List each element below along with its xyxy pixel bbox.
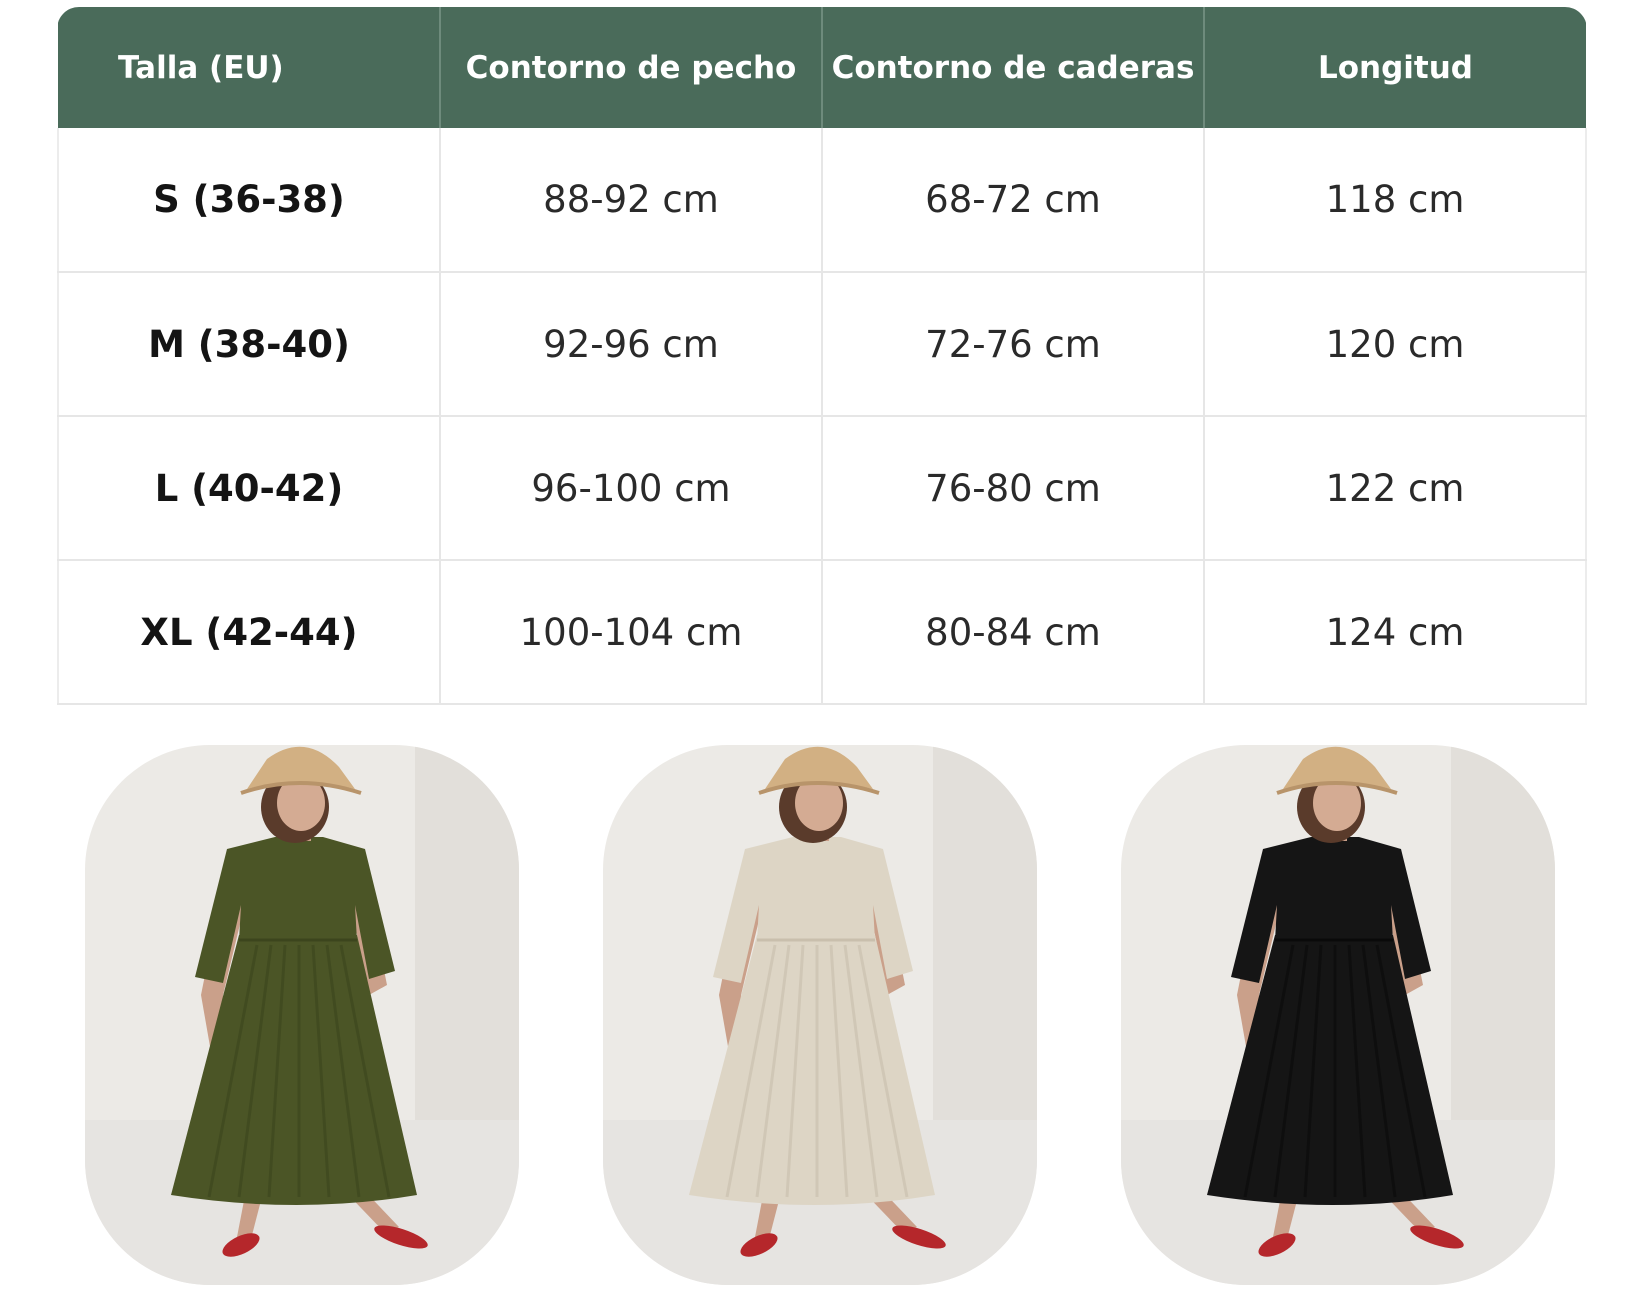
chest-cell: 92-96 cm bbox=[440, 272, 823, 417]
table-row: XL (42-44) 100-104 cm 80-84 cm 124 cm bbox=[57, 560, 1587, 705]
header-length: Longitud bbox=[1317, 49, 1473, 86]
size-chart-header-row: Talla (EU) Contorno de pecho Contorno de… bbox=[58, 7, 1586, 128]
table-row: S (36-38) 88-92 cm 68-72 cm 118 cm bbox=[57, 128, 1587, 273]
product-photo-beige-dress bbox=[603, 745, 1037, 1285]
wall-panel bbox=[933, 745, 1037, 1145]
length-cell: 120 cm bbox=[1204, 272, 1587, 417]
product-photo-gallery bbox=[0, 745, 1634, 1290]
hips-cell: 80-84 cm bbox=[822, 560, 1205, 705]
chest-cell: 100-104 cm bbox=[440, 560, 823, 705]
chest-cell: 88-92 cm bbox=[440, 128, 823, 273]
table-row: M (38-40) 92-96 cm 72-76 cm 120 cm bbox=[57, 272, 1587, 417]
chest-cell: 96-100 cm bbox=[440, 416, 823, 561]
length-cell: 122 cm bbox=[1204, 416, 1587, 561]
table-row: L (40-42) 96-100 cm 76-80 cm 122 cm bbox=[57, 416, 1587, 561]
header-size: Talla (EU) bbox=[58, 7, 441, 128]
size-chart-table: Talla (EU) Contorno de pecho Contorno de… bbox=[57, 7, 1587, 705]
hips-cell: 68-72 cm bbox=[822, 128, 1205, 273]
hips-cell: 76-80 cm bbox=[822, 416, 1205, 561]
product-photo-black-dress bbox=[1121, 745, 1555, 1285]
length-cell: 124 cm bbox=[1204, 560, 1587, 705]
wall-panel bbox=[1451, 745, 1555, 1145]
hips-cell: 72-76 cm bbox=[822, 272, 1205, 417]
size-cell: M (38-40) bbox=[57, 272, 441, 417]
header-hips: Contorno de caderas bbox=[822, 7, 1205, 128]
length-cell: 118 cm bbox=[1204, 128, 1587, 273]
size-cell: L (40-42) bbox=[57, 416, 441, 561]
product-photo-olive-dress bbox=[85, 745, 519, 1285]
wall-panel bbox=[415, 745, 519, 1145]
header-chest: Contorno de pecho bbox=[440, 7, 823, 128]
size-cell: S (36-38) bbox=[57, 128, 441, 273]
size-cell: XL (42-44) bbox=[57, 560, 441, 705]
